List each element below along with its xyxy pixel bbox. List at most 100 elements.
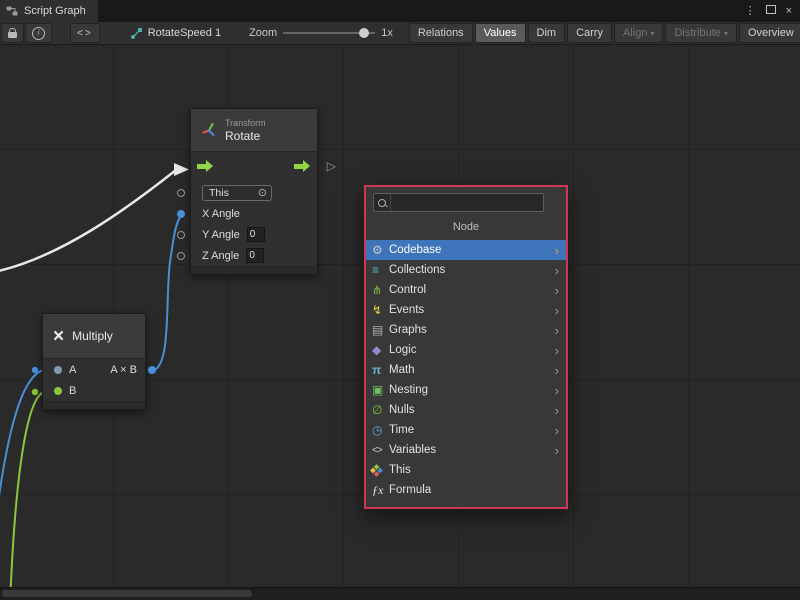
chevron-right-icon: › bbox=[555, 264, 559, 277]
b-input-port[interactable] bbox=[54, 387, 62, 395]
finder-item-codebase[interactable]: ⚙ Codebase › bbox=[366, 240, 566, 260]
pi-icon: π bbox=[372, 363, 389, 377]
graph-breadcrumb[interactable]: RotateSpeed 1 bbox=[130, 27, 221, 40]
title-bar: Script Graph ⋮ × bbox=[0, 0, 800, 22]
finder-search-row bbox=[366, 187, 566, 216]
tab-script-graph[interactable]: Script Graph bbox=[0, 0, 98, 22]
chevron-right-icon: › bbox=[555, 384, 559, 397]
script-graph-icon bbox=[6, 5, 18, 17]
finder-item-collections[interactable]: ≡ Collections › bbox=[366, 260, 566, 280]
this-port-row: This ⊙ bbox=[191, 182, 317, 203]
finder-search-field[interactable] bbox=[373, 193, 544, 212]
a-input-port[interactable] bbox=[54, 366, 62, 374]
finder-item-nulls[interactable]: ∅ Nulls › bbox=[366, 400, 566, 420]
a-port-label: A bbox=[69, 364, 76, 376]
b-port-row: B bbox=[43, 380, 145, 401]
overview-button[interactable]: Overview bbox=[739, 23, 800, 43]
object-picker-icon[interactable]: ⊙ bbox=[258, 186, 267, 199]
chevron-right-icon: › bbox=[555, 444, 559, 457]
finder-list: ⚙ Codebase › ≡ Collections › ⋔ Control ›… bbox=[366, 240, 566, 507]
y-angle-field[interactable]: 0 bbox=[247, 227, 265, 242]
chevron-right-icon: › bbox=[555, 424, 559, 437]
info-icon: i bbox=[32, 27, 45, 40]
tab-label: Script Graph bbox=[24, 5, 86, 17]
lock-icon bbox=[8, 32, 17, 38]
chevron-right-icon: › bbox=[555, 244, 559, 257]
node-search-input[interactable] bbox=[391, 194, 543, 211]
flow-output-arrow-icon[interactable] bbox=[294, 164, 303, 169]
chevron-right-icon: › bbox=[555, 284, 559, 297]
values-button[interactable]: Values bbox=[475, 23, 526, 43]
dim-button[interactable]: Dim bbox=[528, 23, 566, 43]
y-angle-port[interactable] bbox=[177, 231, 185, 239]
multiply-node-header[interactable]: × Multiply bbox=[43, 314, 145, 359]
y-angle-row: Y Angle 0 bbox=[191, 224, 317, 245]
zoom-control: Zoom 1x bbox=[249, 26, 393, 40]
finder-item-formula[interactable]: ƒx Formula bbox=[366, 480, 566, 500]
chevron-right-icon: › bbox=[555, 304, 559, 317]
expand-button[interactable]: <> bbox=[70, 23, 100, 43]
nesting-icon: ▣ bbox=[372, 383, 389, 397]
horizontal-scrollbar-thumb[interactable] bbox=[2, 590, 252, 597]
chevron-right-icon: › bbox=[555, 404, 559, 417]
finder-item-control[interactable]: ⋔ Control › bbox=[366, 280, 566, 300]
finder-item-math[interactable]: π Math › bbox=[366, 360, 566, 380]
node-footer bbox=[43, 401, 145, 409]
clock-icon: ◷ bbox=[372, 423, 389, 437]
x-angle-row: X Angle bbox=[191, 203, 317, 224]
align-button[interactable]: Align▾ bbox=[614, 23, 663, 43]
transform-icon bbox=[201, 122, 217, 138]
finder-item-nesting[interactable]: ▣ Nesting › bbox=[366, 380, 566, 400]
search-icon-box bbox=[374, 194, 391, 211]
zoom-slider-knob[interactable] bbox=[359, 28, 369, 38]
z-angle-label: Z Angle bbox=[202, 250, 239, 262]
this-port[interactable] bbox=[177, 189, 185, 197]
flow-row: ▷ bbox=[191, 152, 317, 182]
finder-item-variables[interactable]: <> Variables › bbox=[366, 440, 566, 460]
distribute-button[interactable]: Distribute▾ bbox=[665, 23, 736, 43]
close-icon[interactable]: × bbox=[786, 6, 792, 17]
finder-item-this[interactable]: This bbox=[366, 460, 566, 480]
finder-item-events[interactable]: ↯ Events › bbox=[366, 300, 566, 320]
maximize-icon[interactable] bbox=[766, 5, 776, 17]
a-port-row: A A × B bbox=[43, 359, 145, 380]
angle-brackets-icon: <> bbox=[77, 28, 93, 39]
kebab-menu-icon[interactable]: ⋮ bbox=[745, 6, 756, 17]
this-object-field[interactable]: This ⊙ bbox=[202, 185, 272, 201]
lock-button[interactable] bbox=[1, 23, 24, 43]
null-icon: ∅ bbox=[372, 403, 389, 417]
info-button[interactable]: i bbox=[25, 23, 52, 43]
rotate-node-header[interactable]: Transform Rotate bbox=[191, 109, 317, 152]
x-angle-label: X Angle bbox=[202, 208, 240, 220]
logic-icon: ◆ bbox=[372, 343, 389, 357]
y-angle-label: Y Angle bbox=[202, 229, 240, 241]
script-graph-window: Script Graph ⋮ × i <> RotateSpeed 1 Zoom bbox=[0, 0, 800, 600]
node-finder-popup: Node ⚙ Codebase › ≡ Collections › ⋔ Cont… bbox=[364, 185, 568, 509]
z-angle-field[interactable]: 0 bbox=[246, 248, 264, 263]
flow-continuation-icon: ▷ bbox=[327, 159, 336, 173]
graph-asset-icon bbox=[130, 27, 143, 40]
node-title: Multiply bbox=[72, 329, 113, 343]
finder-item-logic[interactable]: ◆ Logic › bbox=[366, 340, 566, 360]
output-port-label: A × B bbox=[110, 364, 137, 376]
finder-item-time[interactable]: ◷ Time › bbox=[366, 420, 566, 440]
flow-input-arrow-icon[interactable] bbox=[197, 164, 206, 169]
finder-item-graphs[interactable]: ▤ Graphs › bbox=[366, 320, 566, 340]
multiply-node[interactable]: × Multiply A A × B B bbox=[42, 313, 146, 410]
carry-button[interactable]: Carry bbox=[567, 23, 612, 43]
relations-button[interactable]: Relations bbox=[409, 23, 473, 43]
rotate-node[interactable]: Transform Rotate ▷ This ⊙ X Angle Y Angl… bbox=[190, 108, 318, 275]
horizontal-scrollbar[interactable] bbox=[0, 587, 800, 600]
list-icon: ≡ bbox=[372, 263, 389, 277]
this-icon bbox=[372, 466, 389, 475]
product-output-port[interactable] bbox=[148, 366, 156, 374]
dropdown-arrow-icon: ▾ bbox=[724, 29, 728, 38]
dropdown-arrow-icon: ▾ bbox=[650, 29, 654, 38]
multiply-icon: × bbox=[53, 327, 64, 346]
branch-icon: ⋔ bbox=[372, 283, 389, 297]
z-angle-port[interactable] bbox=[177, 252, 185, 260]
zoom-slider[interactable] bbox=[283, 26, 375, 40]
chevron-right-icon: › bbox=[555, 324, 559, 337]
zoom-label: Zoom bbox=[249, 27, 277, 39]
x-angle-port[interactable] bbox=[177, 210, 185, 218]
